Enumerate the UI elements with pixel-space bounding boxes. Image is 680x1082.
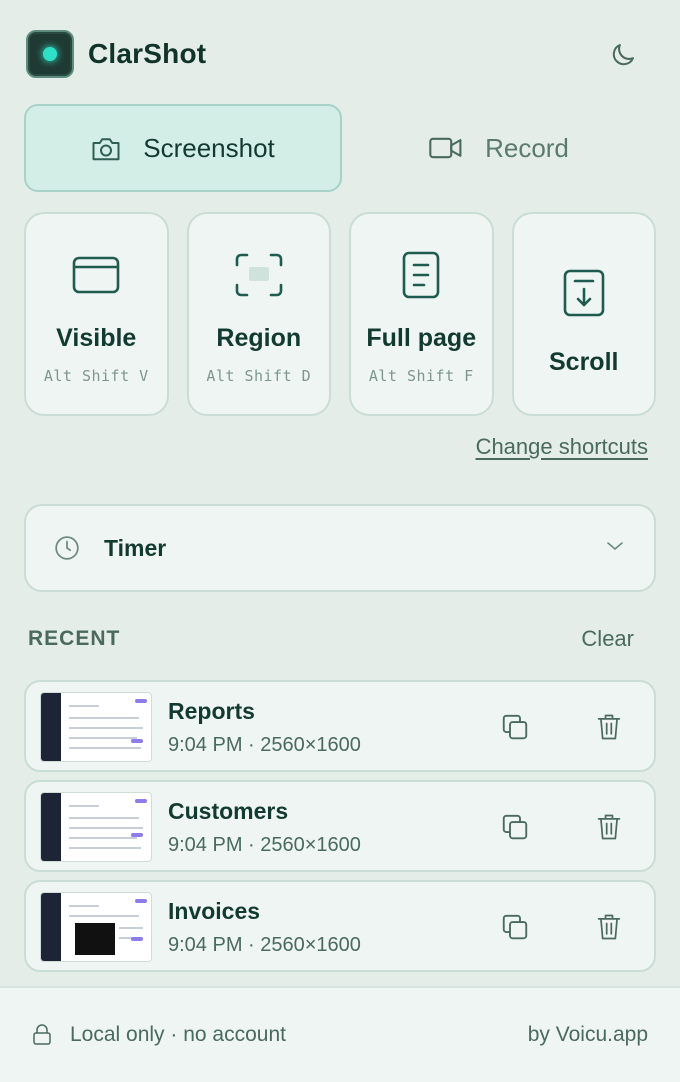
footer: Local only · no account by Voicu.app: [0, 986, 680, 1082]
document-icon: [402, 251, 440, 299]
capture-full-page-label: Full page: [366, 324, 477, 352]
recent-item[interactable]: Reports 9:04 PM · 2560×1600: [24, 680, 656, 772]
timer-label: Timer: [104, 534, 167, 561]
window-icon: [72, 256, 120, 294]
clear-recent-button[interactable]: Clear: [581, 626, 634, 652]
by-voicu-link[interactable]: by Voicu.app: [528, 1023, 648, 1047]
capture-visible-label: Visible: [56, 324, 137, 352]
delete-button[interactable]: [596, 812, 622, 847]
recent-list: Reports 9:04 PM · 2560×1600 Customers 9:…: [24, 680, 656, 980]
delete-button[interactable]: [596, 912, 622, 947]
tab-screenshot-label: Screenshot: [143, 132, 275, 163]
copy-icon: [502, 814, 528, 840]
copy-icon: [502, 714, 528, 740]
copy-button[interactable]: [500, 912, 530, 947]
header: ClarShot: [26, 30, 656, 78]
tab-screenshot[interactable]: Screenshot: [24, 104, 342, 192]
screenshot-thumbnail: [40, 692, 152, 762]
timer-dropdown[interactable]: Timer: [24, 504, 656, 592]
mode-tabs: Screenshot Record: [24, 104, 656, 192]
clock-icon: [55, 536, 79, 560]
capture-region-button[interactable]: Region Alt Shift D: [186, 212, 331, 416]
region-select-icon: [235, 253, 283, 297]
recent-item-name: Invoices: [168, 898, 261, 924]
capture-full-page-button[interactable]: Full page Alt Shift F: [349, 212, 494, 416]
change-shortcuts-link[interactable]: Change shortcuts: [476, 434, 648, 460]
lock-icon: [33, 1024, 51, 1045]
app-title: ClarShot: [88, 38, 207, 69]
recent-header: RECENT Clear: [28, 626, 634, 652]
trash-icon: [597, 714, 621, 740]
recent-item-meta: 9:04 PM · 2560×1600: [168, 734, 361, 756]
trash-icon: [597, 814, 621, 840]
recent-item-meta: 9:04 PM · 2560×1600: [168, 934, 361, 956]
recent-item-meta: 9:04 PM · 2560×1600: [168, 834, 361, 856]
recent-title: RECENT: [28, 627, 121, 650]
capture-visible-button[interactable]: Visible Alt Shift V: [24, 212, 169, 416]
local-only-text: Local only · no account: [70, 1023, 286, 1046]
capture-visible-shortcut: Alt Shift V: [43, 367, 149, 385]
copy-button[interactable]: [500, 812, 530, 847]
scroll-capture-icon: [563, 269, 605, 317]
tab-record-label: Record: [485, 132, 569, 163]
copy-button[interactable]: [500, 712, 530, 747]
camera-icon: [92, 138, 120, 161]
trash-icon: [597, 914, 621, 940]
copy-icon: [502, 914, 528, 940]
capture-modes: Visible Alt Shift V Region Alt Shift D F…: [24, 212, 656, 416]
capture-scroll-label: Scroll: [549, 348, 619, 376]
moon-icon: [612, 44, 634, 66]
recent-item[interactable]: Invoices 9:04 PM · 2560×1600: [24, 880, 656, 972]
capture-scroll-button[interactable]: Scroll: [511, 212, 656, 416]
app-logo: [26, 30, 74, 78]
capture-region-label: Region: [216, 324, 302, 352]
chevron-down-icon: [607, 542, 623, 550]
screenshot-thumbnail: [40, 892, 152, 962]
capture-full-page-shortcut: Alt Shift F: [368, 367, 474, 385]
theme-toggle-button[interactable]: [608, 40, 638, 70]
capture-region-shortcut: Alt Shift D: [206, 367, 312, 385]
screenshot-thumbnail: [40, 792, 152, 862]
recent-item-name: Customers: [168, 798, 289, 824]
tab-record[interactable]: Record: [342, 104, 656, 192]
recent-item-name: Reports: [168, 698, 255, 724]
delete-button[interactable]: [596, 712, 622, 747]
recent-item[interactable]: Customers 9:04 PM · 2560×1600: [24, 780, 656, 872]
video-icon: [429, 137, 462, 159]
